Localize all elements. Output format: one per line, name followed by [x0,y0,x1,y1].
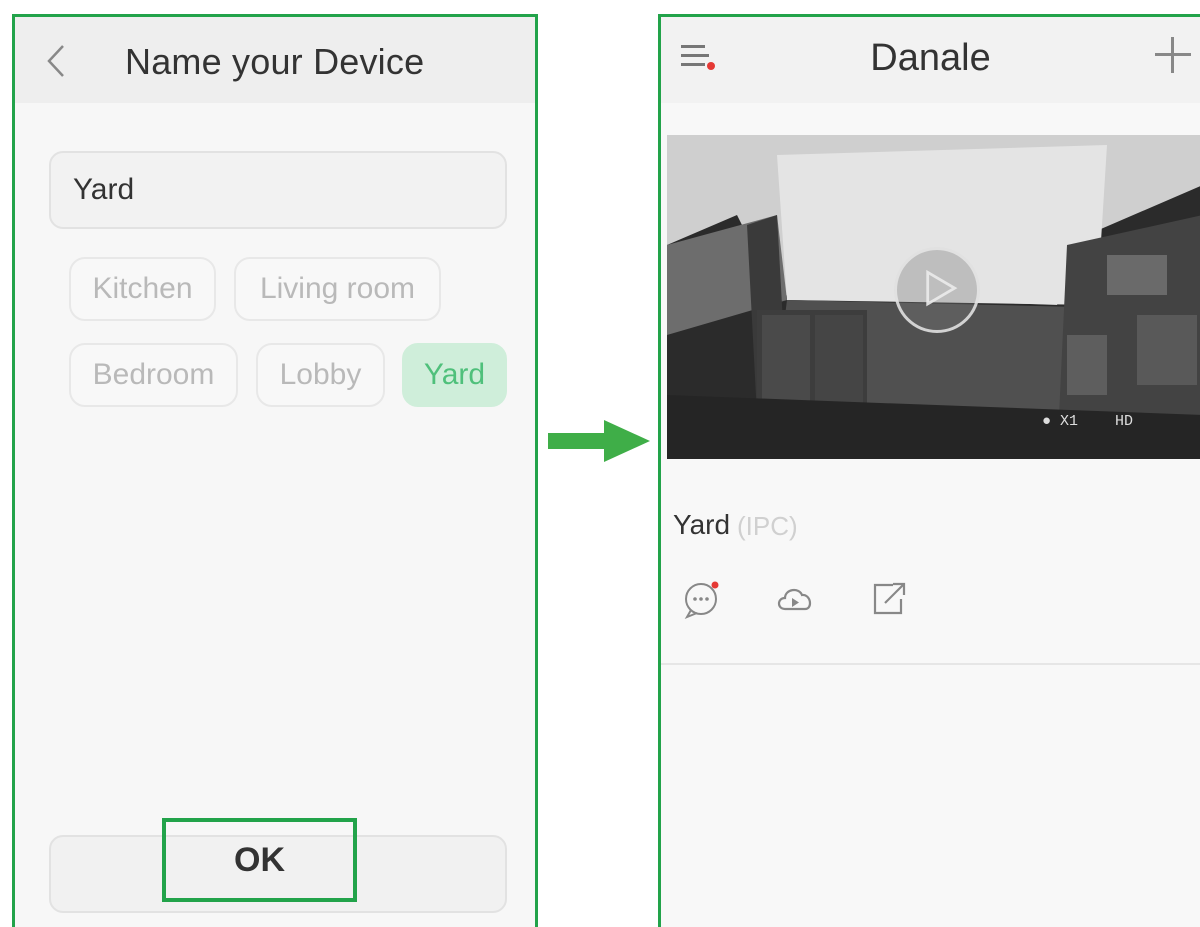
zoom-indicator: ● X1 [1042,413,1079,430]
camera-video-preview[interactable]: ● X1 HD [667,135,1200,459]
message-icon[interactable] [681,577,725,621]
right-arrow-icon [548,420,650,462]
zoom-label: X1 [1060,413,1079,430]
right-header: Danale [661,17,1200,103]
chip-bedroom[interactable]: Bedroom [69,343,238,407]
device-list-screen: Danale ● X1 HD Yard (IPC) [658,14,1200,927]
play-button[interactable] [894,247,980,333]
plus-icon[interactable] [1152,35,1194,77]
device-name-input[interactable] [49,151,507,229]
share-icon[interactable] [867,577,911,621]
name-device-screen: Name your Device Kitchen Living room Bed… [12,14,538,927]
cloud-play-icon[interactable] [773,577,817,621]
quality-label: HD [1115,413,1134,430]
message-notification-dot [711,581,719,589]
left-header: Name your Device [15,17,535,103]
ok-button[interactable]: OK [162,818,357,902]
device-type: (IPC) [737,511,798,541]
chip-lobby[interactable]: Lobby [256,343,385,407]
play-icon [926,269,958,307]
app-title: Danale [870,37,991,79]
section-divider [661,663,1200,665]
chip-living-room[interactable]: Living room [234,257,441,321]
chip-kitchen[interactable]: Kitchen [69,257,216,321]
back-button[interactable] [41,39,71,83]
chevron-left-icon [47,45,64,77]
device-name: Yard [673,509,731,540]
chip-yard[interactable]: Yard [402,343,507,407]
page-title: Name your Device [125,41,425,82]
